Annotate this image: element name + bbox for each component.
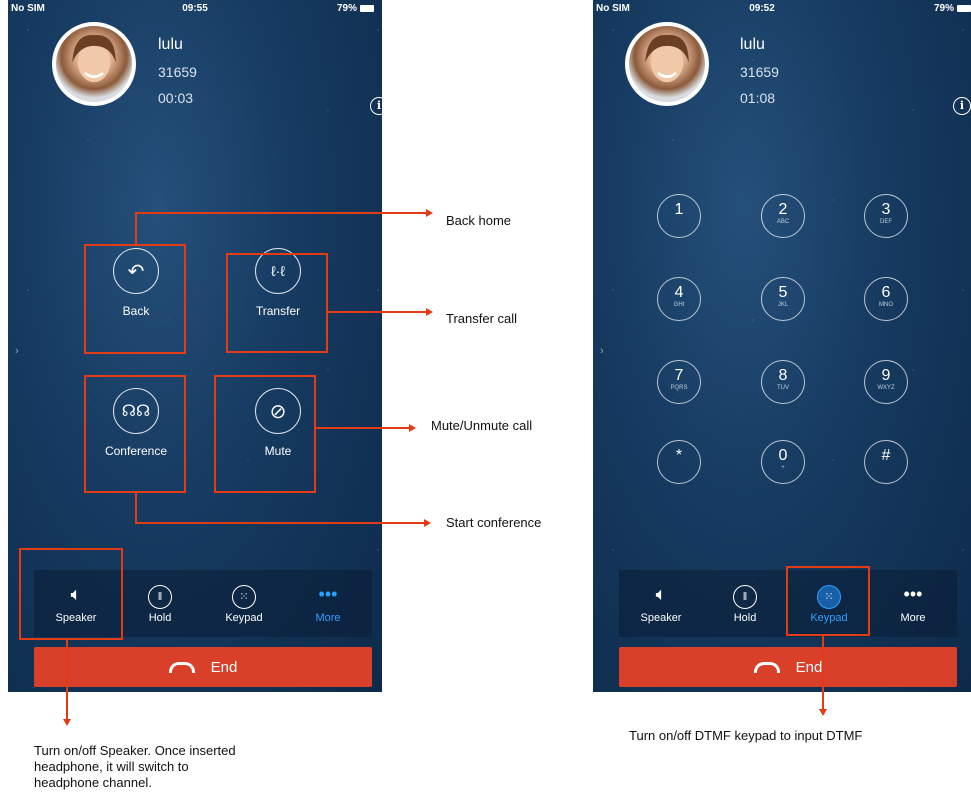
contact-name: lulu (740, 36, 765, 53)
highlight-keypad (786, 566, 870, 636)
battery-indicator: 79% (337, 3, 374, 14)
highlight-mute (214, 375, 316, 493)
contact-info: lulu 31659 01:08 (740, 36, 779, 106)
call-duration: 00:03 (158, 90, 194, 106)
keypad-key[interactable]: 6 MNO (864, 277, 908, 321)
contact-number: 31659 (740, 64, 779, 80)
hold-button[interactable]: ǁ Hold (118, 570, 202, 637)
status-bar: No SIM 09:55 79% (8, 0, 382, 18)
annotation-start-conference: Start conference (446, 515, 542, 530)
avatar (625, 22, 709, 106)
keypad-key[interactable]: 1 (657, 194, 701, 238)
keypad-key[interactable]: 2 ABC (761, 194, 805, 238)
info-icon[interactable]: i (953, 97, 971, 115)
keypad-key[interactable]: # (864, 440, 908, 484)
battery-indicator: 79% (934, 3, 971, 14)
highlight-conference (84, 375, 186, 493)
keypad-button[interactable]: ⁙ Keypad (202, 570, 286, 637)
end-call-button[interactable]: End (34, 647, 372, 687)
contact-info: lulu 31659 00:03 (158, 36, 197, 106)
phone-hangup-icon (753, 661, 780, 673)
battery-icon (957, 4, 971, 12)
highlight-back (84, 244, 186, 354)
annotation-dtmf-note: Turn on/off DTMF keypad to input DTMF (629, 728, 863, 743)
speaker-button[interactable]: 🔈︎ Speaker (619, 570, 703, 637)
chevron-right-icon: › (600, 345, 604, 357)
annotation-speaker-note: Turn on/off Speaker. Once inserted headp… (34, 743, 236, 790)
avatar (52, 22, 136, 106)
keypad-key[interactable]: 7 PQRS (657, 360, 701, 404)
annotation-back-home: Back home (446, 213, 512, 228)
clock: 09:52 (749, 3, 775, 14)
battery-icon (360, 4, 374, 12)
phone-hangup-icon (168, 661, 195, 673)
keypad-key[interactable]: 5 JKL (761, 277, 805, 321)
more-button[interactable]: ••• More (871, 570, 955, 637)
status-bar: No SIM 09:52 79% (593, 0, 971, 18)
highlight-speaker (19, 548, 123, 640)
keypad-key[interactable]: 0 + (761, 440, 805, 484)
annotation-transfer-call: Transfer call (446, 311, 518, 326)
annotation-mute-unmute: Mute/Unmute call (431, 418, 533, 433)
pause-icon: ǁ (148, 585, 172, 609)
end-call-button[interactable]: End (619, 647, 957, 687)
more-dots-icon: ••• (903, 584, 923, 604)
call-duration: 01:08 (740, 90, 776, 106)
contact-number: 31659 (158, 64, 197, 80)
keypad-key[interactable]: 4 GHI (657, 277, 701, 321)
keypad-key[interactable]: * (657, 440, 701, 484)
contact-name: lulu (158, 36, 183, 53)
keypad-key[interactable]: 8 TUV (761, 360, 805, 404)
keypad-key[interactable]: 3 DEF (864, 194, 908, 238)
highlight-transfer (226, 253, 328, 353)
keypad-icon: ⁙ (232, 585, 256, 609)
call-screen-right: No SIM 09:52 79% lulu 31659 01:08 i › 1 2… (593, 0, 971, 692)
more-button[interactable]: ••• More (286, 570, 370, 637)
more-dots-icon: ••• (318, 584, 338, 604)
pause-icon: ǁ (733, 585, 757, 609)
chevron-right-icon: › (15, 345, 19, 357)
info-icon[interactable]: i (370, 97, 382, 115)
speaker-icon: 🔈︎ (655, 584, 667, 604)
keypad-key[interactable]: 9 WXYZ (864, 360, 908, 404)
hold-button[interactable]: ǁ Hold (703, 570, 787, 637)
clock: 09:55 (182, 3, 208, 14)
